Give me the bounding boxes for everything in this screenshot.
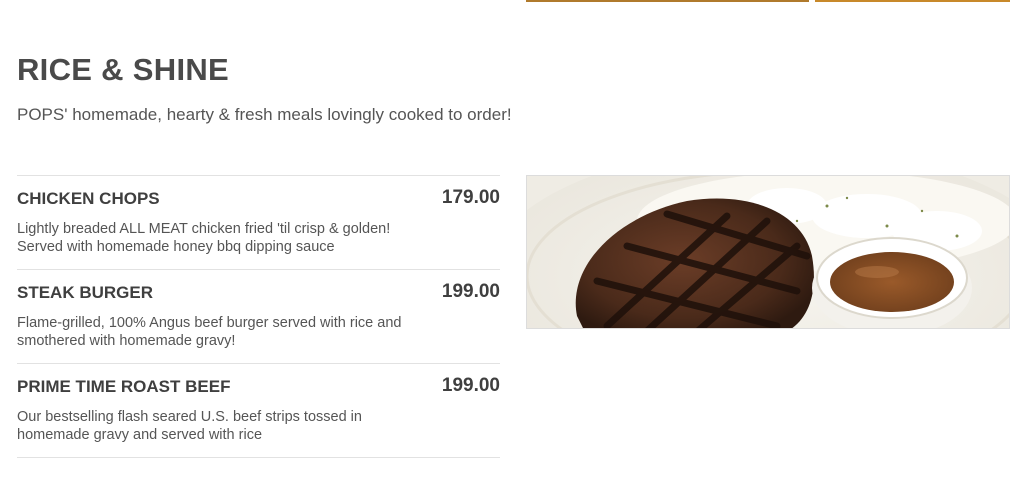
section-subtitle: POPS' homemade, hearty & fresh meals lov… <box>17 105 512 124</box>
menu-item-price: 179.00 <box>441 187 500 208</box>
menu-item-name: STEAK BURGER <box>17 283 154 302</box>
description-line: Served with homemade honey bbq dipping s… <box>17 239 335 255</box>
menu-item-steak-burger: STEAK BURGER 199.00 Flame-grilled, 100% … <box>17 270 500 364</box>
description-line: Our bestselling flash seared U.S. beef s… <box>17 409 362 425</box>
description-line: Lightly breaded ALL MEAT chicken fried '… <box>17 221 391 237</box>
menu-list: CHICKEN CHOPS 179.00 Lightly breaded ALL… <box>17 175 500 458</box>
menu-item-description: Flame-grilled, 100% Angus beef burger se… <box>17 314 447 350</box>
description-line: homemade gravy and served with rice <box>17 427 263 443</box>
menu-item-prime-time-roast-beef: PRIME TIME ROAST BEEF 199.00 Our bestsel… <box>17 364 500 458</box>
menu-item-price: 199.00 <box>441 375 500 396</box>
menu-item-chicken-chops: CHICKEN CHOPS 179.00 Lightly breaded ALL… <box>17 176 500 270</box>
steak-burger-photo <box>526 175 1010 329</box>
previous-section-image-edge <box>526 0 1010 2</box>
menu-item-description: Lightly breaded ALL MEAT chicken fried '… <box>17 220 447 256</box>
menu-item-price: 199.00 <box>441 281 500 302</box>
description-line: smothered with homemade gravy! <box>17 333 236 349</box>
menu-item-name: PRIME TIME ROAST BEEF <box>17 377 231 396</box>
menu-page: RICE & SHINE POPS' homemade, hearty & fr… <box>0 0 1024 497</box>
description-line: Flame-grilled, 100% Angus beef burger se… <box>17 315 402 331</box>
menu-item-name: CHICKEN CHOPS <box>17 189 160 208</box>
menu-item-description: Our bestselling flash seared U.S. beef s… <box>17 408 447 444</box>
section-title: RICE & SHINE <box>17 52 230 87</box>
